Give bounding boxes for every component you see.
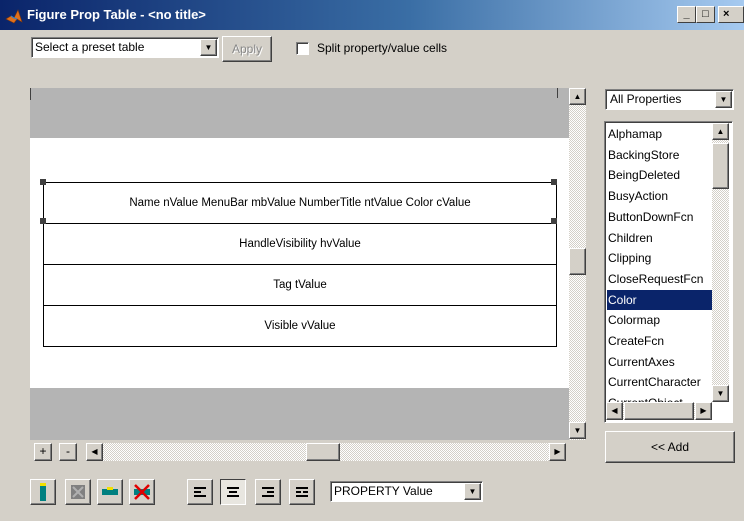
close-icon: × — [723, 8, 730, 20]
scroll-right-icon[interactable]: ▶ — [695, 402, 712, 420]
remove-row-button[interactable]: - — [59, 443, 77, 461]
resize-handle[interactable] — [551, 218, 557, 224]
prop-table-canvas[interactable]: Name nValue MenuBar mbValue NumberTitle … — [30, 88, 569, 440]
list-item[interactable]: Clipping — [607, 248, 714, 268]
scroll-up-icon[interactable]: ▲ — [712, 123, 729, 140]
filter-value: All Properties — [610, 92, 682, 106]
list-scroll-thumb[interactable] — [712, 143, 729, 189]
footer-band — [30, 388, 569, 440]
matlab-logo-icon — [5, 9, 23, 24]
column-icon — [102, 487, 118, 495]
mode-value: PROPERTY Value — [334, 484, 433, 498]
list-item[interactable]: BeingDeleted — [607, 165, 714, 185]
align-left-icon — [194, 487, 206, 497]
merge-cells-button[interactable] — [65, 479, 91, 505]
scroll-left-icon[interactable]: ◀ — [86, 443, 103, 461]
plus-icon: + — [39, 444, 47, 458]
table-row[interactable]: Visible vValue — [43, 305, 557, 347]
chevron-down-icon[interactable]: ▼ — [200, 39, 217, 56]
table-row[interactable]: Name nValue MenuBar mbValue NumberTitle … — [43, 182, 557, 224]
header-band — [30, 88, 569, 138]
table-vertical-scrollbar[interactable]: ▲ ▼ — [569, 88, 586, 440]
align-center-button[interactable] — [220, 479, 246, 505]
scroll-left-icon[interactable]: ◀ — [606, 402, 623, 420]
list-item[interactable]: CurrentCharacter — [607, 372, 714, 392]
split-cells-label: Split property/value cells — [317, 41, 448, 55]
hscroll-thumb[interactable] — [306, 443, 340, 461]
resize-handle[interactable] — [40, 218, 46, 224]
add-property-button[interactable]: << Add — [605, 431, 735, 463]
table-row-text: Name nValue MenuBar mbValue NumberTitle … — [129, 197, 471, 209]
window-title: Figure Prop Table - <no title> — [27, 7, 206, 22]
align-right-button[interactable] — [255, 479, 281, 505]
align-right-icon — [262, 487, 274, 497]
split-cells-checkbox[interactable] — [296, 42, 309, 55]
resize-handle[interactable] — [551, 179, 557, 185]
minus-icon: - — [66, 444, 70, 458]
maximize-button[interactable]: □ — [696, 6, 715, 23]
scroll-up-icon[interactable]: ▲ — [569, 88, 586, 105]
scroll-right-icon[interactable]: ▶ — [549, 443, 566, 461]
align-center-icon — [227, 487, 239, 497]
delete-button[interactable] — [129, 479, 155, 505]
list-item[interactable]: Children — [607, 228, 714, 248]
band-corner-tick — [557, 88, 558, 98]
scroll-down-icon[interactable]: ▼ — [712, 385, 729, 402]
list-item[interactable]: Colormap — [607, 310, 714, 330]
list-hscroll-thumb[interactable] — [624, 402, 694, 420]
delete-icon — [134, 484, 150, 500]
close-button[interactable]: × — [718, 6, 744, 23]
insert-column-button[interactable] — [97, 479, 123, 505]
table-row-text: HandleVisibility hvValue — [239, 238, 361, 250]
list-item[interactable]: CloseRequestFcn — [607, 269, 714, 289]
scroll-down-icon[interactable]: ▼ — [569, 422, 586, 439]
minimize-icon: _ — [683, 8, 690, 20]
list-item[interactable]: BackingStore — [607, 145, 714, 165]
chevron-down-icon[interactable]: ▼ — [464, 483, 481, 500]
list-horizontal-scrollbar[interactable]: ◀ ▶ — [606, 402, 712, 420]
list-item[interactable]: ButtonDownFcn — [607, 207, 714, 227]
insert-icon — [40, 483, 46, 501]
table-row-text: Tag tValue — [273, 279, 327, 291]
preset-table-select[interactable]: Select a preset table ▼ — [31, 37, 219, 58]
list-item[interactable]: Color — [607, 289, 714, 310]
display-mode-select[interactable]: PROPERTY Value ▼ — [330, 481, 483, 502]
add-row-button[interactable]: + — [34, 443, 52, 461]
list-item[interactable]: CurrentAxes — [607, 352, 714, 372]
justify-icon — [296, 487, 308, 497]
minimize-button[interactable]: _ — [677, 6, 696, 23]
insert-row-button[interactable] — [30, 479, 56, 505]
resize-handle[interactable] — [40, 179, 46, 185]
table-row[interactable]: HandleVisibility hvValue — [43, 223, 557, 265]
chevron-down-icon[interactable]: ▼ — [715, 91, 732, 108]
maximize-icon: □ — [702, 8, 709, 20]
table-row-text: Visible vValue — [264, 320, 336, 332]
list-item[interactable]: CreateFcn — [607, 331, 714, 351]
table-horizontal-scrollbar[interactable]: ◀ ▶ — [86, 443, 566, 461]
band-corner-tick — [30, 88, 31, 100]
scroll-thumb[interactable] — [569, 248, 586, 275]
grid-icon — [71, 485, 85, 499]
align-left-button[interactable] — [187, 479, 213, 505]
list-item[interactable]: BusyAction — [607, 186, 714, 206]
table-row[interactable]: Tag tValue — [43, 264, 557, 306]
apply-button[interactable]: Apply — [222, 36, 272, 62]
preset-select-value: Select a preset table — [35, 40, 145, 54]
property-filter-select[interactable]: All Properties ▼ — [605, 89, 734, 110]
justify-button[interactable] — [289, 479, 315, 505]
list-vertical-scrollbar[interactable]: ▲ ▼ — [712, 123, 729, 402]
list-item[interactable]: Alphamap — [607, 124, 714, 144]
